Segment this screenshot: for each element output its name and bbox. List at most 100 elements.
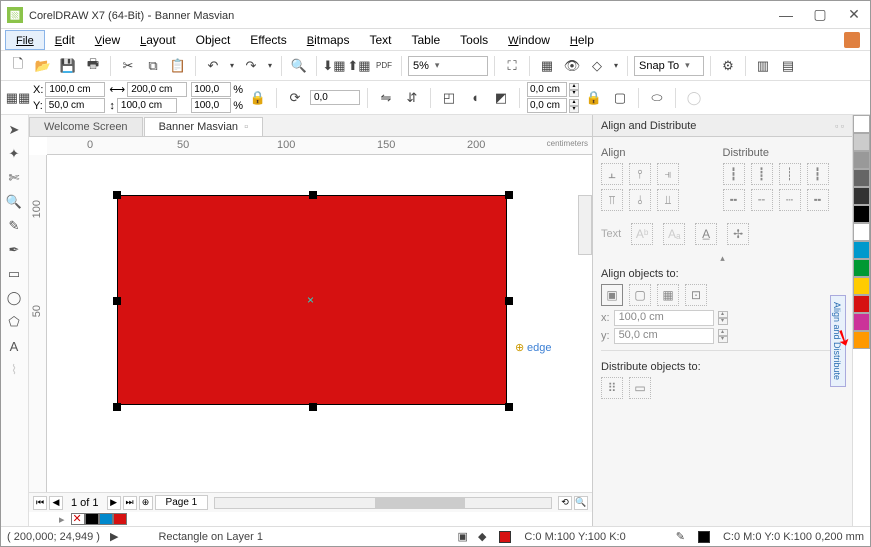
- menu-file[interactable]: File: [5, 30, 45, 50]
- dist-centerh-button[interactable]: ┋: [751, 163, 773, 185]
- swatch-gray1[interactable]: [853, 133, 870, 151]
- alignto-point-button[interactable]: ⊡: [685, 284, 707, 306]
- artistic-tool[interactable]: ✒: [3, 239, 25, 261]
- text-align1-button[interactable]: Aᵇ: [631, 223, 653, 245]
- menu-view[interactable]: View: [85, 31, 130, 49]
- guides-drop[interactable]: ▾: [611, 55, 621, 77]
- x-field[interactable]: 100,0 cm: [45, 82, 105, 97]
- ox-field[interactable]: 0,0 cm: [527, 82, 567, 97]
- swatch-magenta[interactable]: [853, 313, 870, 331]
- nav-left-button[interactable]: ⟲: [558, 496, 572, 510]
- menu-object[interactable]: Object: [186, 31, 241, 49]
- alignto-y-field[interactable]: 50,0 cm: [614, 328, 714, 344]
- align-left-button[interactable]: ⫠: [601, 163, 623, 185]
- handle-e[interactable]: [505, 297, 513, 305]
- menu-text[interactable]: Text: [359, 31, 401, 49]
- text-align2-button[interactable]: Aₐ: [663, 223, 685, 245]
- swatch-red[interactable]: [853, 295, 870, 313]
- y-field[interactable]: 50,0 cm: [45, 98, 105, 113]
- play-icon[interactable]: ▶: [110, 530, 118, 543]
- swatch-cyan[interactable]: [853, 241, 870, 259]
- add-page-button[interactable]: ⊕: [139, 496, 153, 510]
- blue-swatch[interactable]: [99, 513, 113, 525]
- pick-tool[interactable]: ➤: [3, 119, 25, 141]
- colorbar-arrow-icon[interactable]: ▸: [59, 513, 65, 526]
- zoom-tool[interactable]: 🔍: [3, 191, 25, 213]
- zoom-combo[interactable]: 5%▾: [408, 56, 488, 76]
- black-swatch[interactable]: [85, 513, 99, 525]
- sy-field[interactable]: 100,0: [191, 98, 231, 113]
- w-field[interactable]: 200,0 cm: [127, 82, 187, 97]
- align-right-button[interactable]: ⫣: [657, 163, 679, 185]
- menu-layout[interactable]: Layout: [130, 31, 185, 49]
- dist-right-button[interactable]: ┇: [807, 163, 829, 185]
- align-center-h-button[interactable]: ⫯: [629, 163, 651, 185]
- nav-right-button[interactable]: 🔍: [574, 496, 588, 510]
- rulers-button[interactable]: ▦: [536, 55, 558, 77]
- lock-corner-button[interactable]: 🔒: [583, 87, 605, 109]
- oy-field[interactable]: 0,0 cm: [527, 98, 567, 113]
- swatch-white2[interactable]: [853, 223, 870, 241]
- lock-ratio-button[interactable]: 🔒: [247, 87, 269, 109]
- paint-bucket-icon[interactable]: ◆: [478, 530, 486, 543]
- last-page-button[interactable]: ⏭: [123, 496, 137, 510]
- cut-button[interactable]: ✂: [117, 55, 139, 77]
- wrap-button[interactable]: ⬭: [646, 87, 668, 109]
- snap-combo[interactable]: Snap To▾: [634, 56, 704, 76]
- ellipse-tool[interactable]: ◯: [3, 287, 25, 309]
- align-bottom-button[interactable]: ⫫: [657, 189, 679, 211]
- launch-button[interactable]: ▥: [752, 55, 774, 77]
- tab-close-icon[interactable]: ▫: [244, 121, 248, 133]
- dist-top-button[interactable]: ╍: [723, 189, 745, 211]
- fill-indicator-icon[interactable]: ▣: [458, 530, 468, 543]
- close-button[interactable]: ✕: [844, 6, 864, 23]
- first-page-button[interactable]: ⏮: [33, 496, 47, 510]
- page-tab[interactable]: Page 1: [155, 495, 209, 510]
- rectangle-tool[interactable]: ▭: [3, 263, 25, 285]
- menu-table[interactable]: Table: [401, 31, 450, 49]
- next-page-button[interactable]: ▶: [107, 496, 121, 510]
- launch2-button[interactable]: ▤: [777, 55, 799, 77]
- print-button[interactable]: 🖶: [82, 55, 104, 77]
- pen-icon[interactable]: ✎: [676, 530, 685, 543]
- align-top-button[interactable]: ⫪: [601, 189, 623, 211]
- dist-left-button[interactable]: ┇: [723, 163, 745, 185]
- menu-edit[interactable]: Edit: [45, 31, 85, 49]
- alignto-x-field[interactable]: 100,0 cm: [614, 310, 714, 326]
- dist-centerv-button[interactable]: ╌: [751, 189, 773, 211]
- rotation-center-icon[interactable]: ×: [307, 293, 314, 307]
- guidelines-button[interactable]: ◇: [586, 55, 608, 77]
- alignto-page-button[interactable]: ▢: [629, 284, 651, 306]
- distto-page-button[interactable]: ▭: [629, 377, 651, 399]
- options-button[interactable]: ⚙: [717, 55, 739, 77]
- minimize-button[interactable]: —: [776, 7, 796, 23]
- text-tool[interactable]: A: [3, 335, 25, 357]
- dist-spacev-button[interactable]: ┄: [779, 189, 801, 211]
- relative-corner-button[interactable]: ▢: [609, 87, 631, 109]
- mirror-v-button[interactable]: ⇵: [401, 87, 423, 109]
- redo-drop[interactable]: ▾: [265, 55, 275, 77]
- copy-button[interactable]: ⧉: [142, 55, 164, 77]
- mirror-h-button[interactable]: ⇋: [375, 87, 397, 109]
- swatch-black[interactable]: [853, 205, 870, 223]
- polygon-tool[interactable]: ⬠: [3, 311, 25, 333]
- freehand-tool[interactable]: ✎: [3, 215, 25, 237]
- preset-button[interactable]: ▦▦: [7, 87, 29, 109]
- canvas[interactable]: × ⊕ edge: [47, 155, 592, 492]
- swatch-yellow[interactable]: [853, 277, 870, 295]
- docker-side-tab[interactable]: Align and Distribute: [830, 295, 846, 387]
- horizontal-scrollbar[interactable]: [214, 497, 552, 509]
- convert-button[interactable]: ◯: [683, 87, 705, 109]
- save-button[interactable]: 💾: [57, 55, 79, 77]
- text-align4-button[interactable]: ✢: [727, 223, 749, 245]
- user-icon[interactable]: [844, 32, 860, 48]
- rotation-field[interactable]: 0,0: [310, 90, 360, 105]
- fullscreen-button[interactable]: ⛶: [501, 55, 523, 77]
- paste-button[interactable]: 📋: [167, 55, 189, 77]
- menu-tools[interactable]: Tools: [450, 31, 498, 49]
- menu-window[interactable]: Window: [498, 31, 560, 49]
- red-swatch[interactable]: [113, 513, 127, 525]
- publish-pdf-button[interactable]: PDF: [373, 55, 395, 77]
- handle-se[interactable]: [505, 403, 513, 411]
- handle-ne[interactable]: [505, 191, 513, 199]
